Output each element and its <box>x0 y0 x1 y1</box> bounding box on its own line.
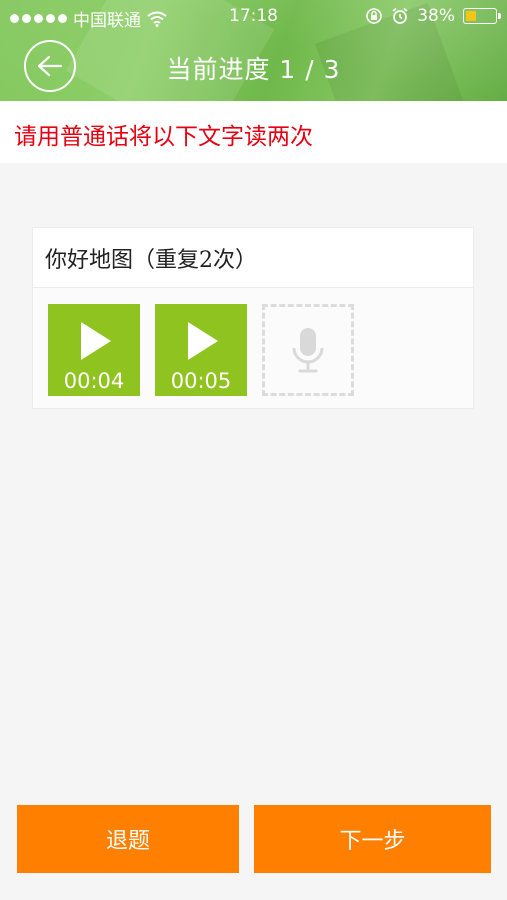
next-step-button[interactable]: 下一步 <box>254 805 491 873</box>
orientation-lock-icon <box>366 8 383 24</box>
header-bar: 中国联通 17:18 38% 当前进度 1 / 3 <box>0 0 507 101</box>
prompt-text: 你好地图（重复2次） <box>33 228 473 288</box>
page-title: 当前进度 1 / 3 <box>166 55 341 84</box>
play-icon <box>188 322 218 360</box>
record-button[interactable] <box>262 304 354 396</box>
recording-clip-1[interactable]: 00:04 <box>48 304 140 396</box>
alarm-icon <box>392 7 408 24</box>
recording-duration: 00:05 <box>170 369 232 393</box>
battery-percent: 38% <box>417 6 455 26</box>
reading-card: 你好地图（重复2次） 00:04 00:05 <box>32 227 474 409</box>
quit-button[interactable]: 退题 <box>17 805 239 873</box>
instruction-text: 请用普通话将以下文字读两次 <box>0 101 507 163</box>
battery-icon <box>463 8 501 24</box>
recording-duration: 00:04 <box>63 369 125 393</box>
status-bar: 中国联通 17:18 38% <box>0 0 507 34</box>
battery-fill <box>466 11 476 21</box>
recording-clip-2[interactable]: 00:05 <box>155 304 247 396</box>
play-icon <box>81 322 111 360</box>
microphone-icon <box>292 328 324 373</box>
